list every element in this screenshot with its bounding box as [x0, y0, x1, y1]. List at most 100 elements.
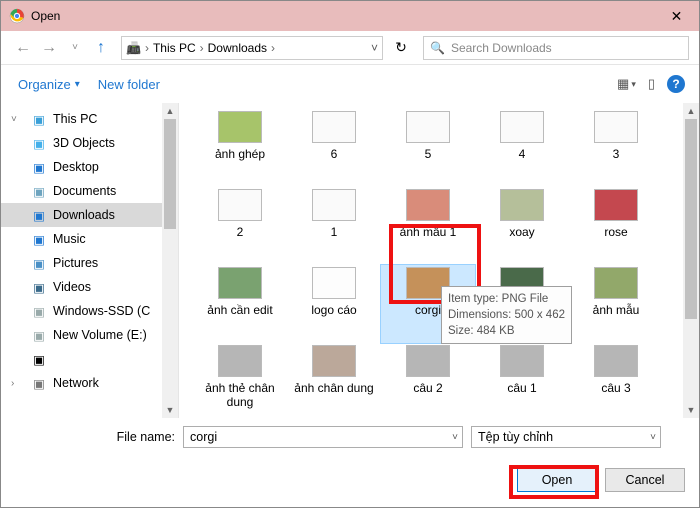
scroll-thumb[interactable] [164, 119, 176, 229]
filename-label: File name: [15, 430, 175, 444]
folder-icon: ▣ [31, 231, 47, 247]
newfolder-button[interactable]: New folder [98, 77, 160, 92]
file-item[interactable]: ảnh mẫu [569, 265, 663, 343]
scroll-down-icon[interactable]: ▼ [162, 402, 178, 418]
file-item[interactable]: rose [569, 187, 663, 265]
tree-item-documents[interactable]: ▣Documents [1, 179, 178, 203]
folder-icon: ▣ [31, 351, 47, 367]
toolbar: Organize ▾ New folder ▦▾ ▯ ? [1, 65, 699, 103]
view-mode-button[interactable]: ▦▾ [617, 76, 636, 92]
filetype-select[interactable]: Tệp tùy chỉnh ˅ [471, 426, 661, 448]
file-item[interactable]: 5 [381, 109, 475, 187]
tree-item-music[interactable]: ▣ Music [1, 227, 178, 251]
help-button[interactable]: ? [667, 75, 685, 93]
scroll-thumb[interactable] [685, 119, 697, 319]
tree-item-videos[interactable]: ▣Videos [1, 275, 178, 299]
scroll-up-icon[interactable]: ▲ [162, 103, 178, 119]
folder-icon: ▣ [31, 375, 47, 391]
file-label: corgi [415, 303, 441, 317]
tree-item-label: Videos [53, 280, 91, 294]
file-item[interactable]: 6 [287, 109, 381, 187]
file-thumbnail [500, 111, 544, 143]
tree-chevron-icon: › [11, 378, 14, 389]
folder-icon: ▣ [31, 207, 47, 223]
file-label: ảnh ghép [215, 147, 265, 161]
tree-item-this-pc[interactable]: ˅▣This PC [1, 107, 178, 131]
tooltip-type: Item type: PNG File [448, 291, 565, 307]
file-thumbnail [312, 345, 356, 377]
file-label: câu 1 [507, 381, 536, 395]
file-label: xoay [509, 225, 534, 239]
file-thumbnail [312, 267, 356, 299]
tree-item-new-volume-e-[interactable]: ▣New Volume (E:) [1, 323, 178, 347]
file-item[interactable]: 2 [193, 187, 287, 265]
sidebar-scrollbar[interactable]: ▲ ▼ [162, 103, 178, 418]
tree-item-3d-objects[interactable]: ▣3D Objects [1, 131, 178, 155]
sidebar: ˅▣This PC▣3D Objects▣Desktop▣Documents▣D… [1, 103, 179, 418]
file-item[interactable]: câu 2 [381, 343, 475, 418]
breadcrumb-folder[interactable]: Downloads [208, 41, 267, 55]
file-item[interactable]: logo cáo [287, 265, 381, 343]
file-label: logo cáo [311, 303, 356, 317]
file-item[interactable]: 3 [569, 109, 663, 187]
open-button[interactable]: Open [517, 468, 597, 492]
file-label: 1 [331, 225, 338, 239]
file-item[interactable]: xoay [475, 187, 569, 265]
nav-up-button[interactable]: ↑ [89, 36, 113, 60]
window-title: Open [31, 9, 60, 23]
breadcrumb-root[interactable]: This PC [153, 41, 196, 55]
file-thumbnail [500, 345, 544, 377]
file-item[interactable]: câu 1 [475, 343, 569, 418]
folder-icon: ▣ [31, 255, 47, 271]
folder-icon: ▣ [31, 111, 47, 127]
tree-item-blank[interactable]: ▣ [1, 347, 178, 371]
chrome-icon [9, 8, 25, 24]
scroll-up-icon[interactable]: ▲ [683, 103, 699, 119]
tree-item-downloads[interactable]: ▣ Downloads [1, 203, 178, 227]
tree-item-pictures[interactable]: ▣Pictures [1, 251, 178, 275]
folder-icon: ▣ [31, 303, 47, 319]
search-input[interactable]: 🔍 Search Downloads [423, 36, 689, 60]
cancel-button[interactable]: Cancel [605, 468, 685, 492]
organize-button[interactable]: Organize ▾ [18, 77, 80, 92]
footer: File name: corgi ˅ Tệp tùy chỉnh ˅ Open … [1, 418, 699, 492]
breadcrumb-root-icon: 📠 [126, 41, 141, 55]
file-item[interactable]: 4 [475, 109, 569, 187]
file-thumbnail [218, 267, 262, 299]
filename-input[interactable]: corgi ˅ [183, 426, 463, 448]
chevron-down-icon[interactable]: ˅ [650, 432, 656, 443]
tree-item-windows-ssd-c[interactable]: ▣Windows-SSD (C [1, 299, 178, 323]
folder-icon: ▣ [31, 183, 47, 199]
nav-recent-dropdown[interactable]: ˅ [63, 36, 87, 60]
file-item[interactable]: câu 3 [569, 343, 663, 418]
file-item[interactable]: ảnh chân dung [287, 343, 381, 418]
tree-item-label: This PC [53, 112, 97, 126]
file-thumbnail [500, 189, 544, 221]
refresh-button[interactable]: ↻ [387, 36, 415, 60]
close-button[interactable]: ✕ [654, 1, 699, 31]
files-scrollbar[interactable]: ▲ ▼ [683, 103, 699, 418]
tree-item-network[interactable]: ›▣Network [1, 371, 178, 395]
file-item[interactable]: ảnh cần edit [193, 265, 287, 343]
nav-back-button[interactable]: ← [11, 36, 35, 60]
folder-icon: ▣ [31, 159, 47, 175]
file-label: ảnh mẫu [593, 303, 640, 317]
file-thumbnail [406, 345, 450, 377]
tree-item-desktop[interactable]: ▣Desktop [1, 155, 178, 179]
nav-forward-button[interactable]: → [37, 36, 61, 60]
file-item[interactable]: ảnh thẻ chân dung [193, 343, 287, 418]
chevron-down-icon[interactable]: ˅ [452, 432, 458, 443]
file-label: ảnh chân dung [294, 381, 373, 395]
tree-item-label: Downloads [53, 208, 115, 222]
breadcrumb[interactable]: 📠 › This PC › Downloads › ˅ [121, 36, 383, 60]
file-label: câu 3 [601, 381, 630, 395]
file-item[interactable]: ảnh ghép [193, 109, 287, 187]
file-item[interactable]: ảnh mẫu 1 [381, 187, 475, 265]
scroll-down-icon[interactable]: ▼ [683, 402, 699, 418]
file-item[interactable]: 1 [287, 187, 381, 265]
preview-pane-button[interactable]: ▯ [648, 76, 655, 92]
file-grid-area: ảnh ghép 6543 2 1 ảnh mẫu 1 xoay rose ảnh cần e… [179, 103, 699, 418]
tree-item-label: Music [53, 232, 86, 246]
breadcrumb-dropdown[interactable]: ˅ [371, 41, 378, 55]
file-label: câu 2 [413, 381, 442, 395]
